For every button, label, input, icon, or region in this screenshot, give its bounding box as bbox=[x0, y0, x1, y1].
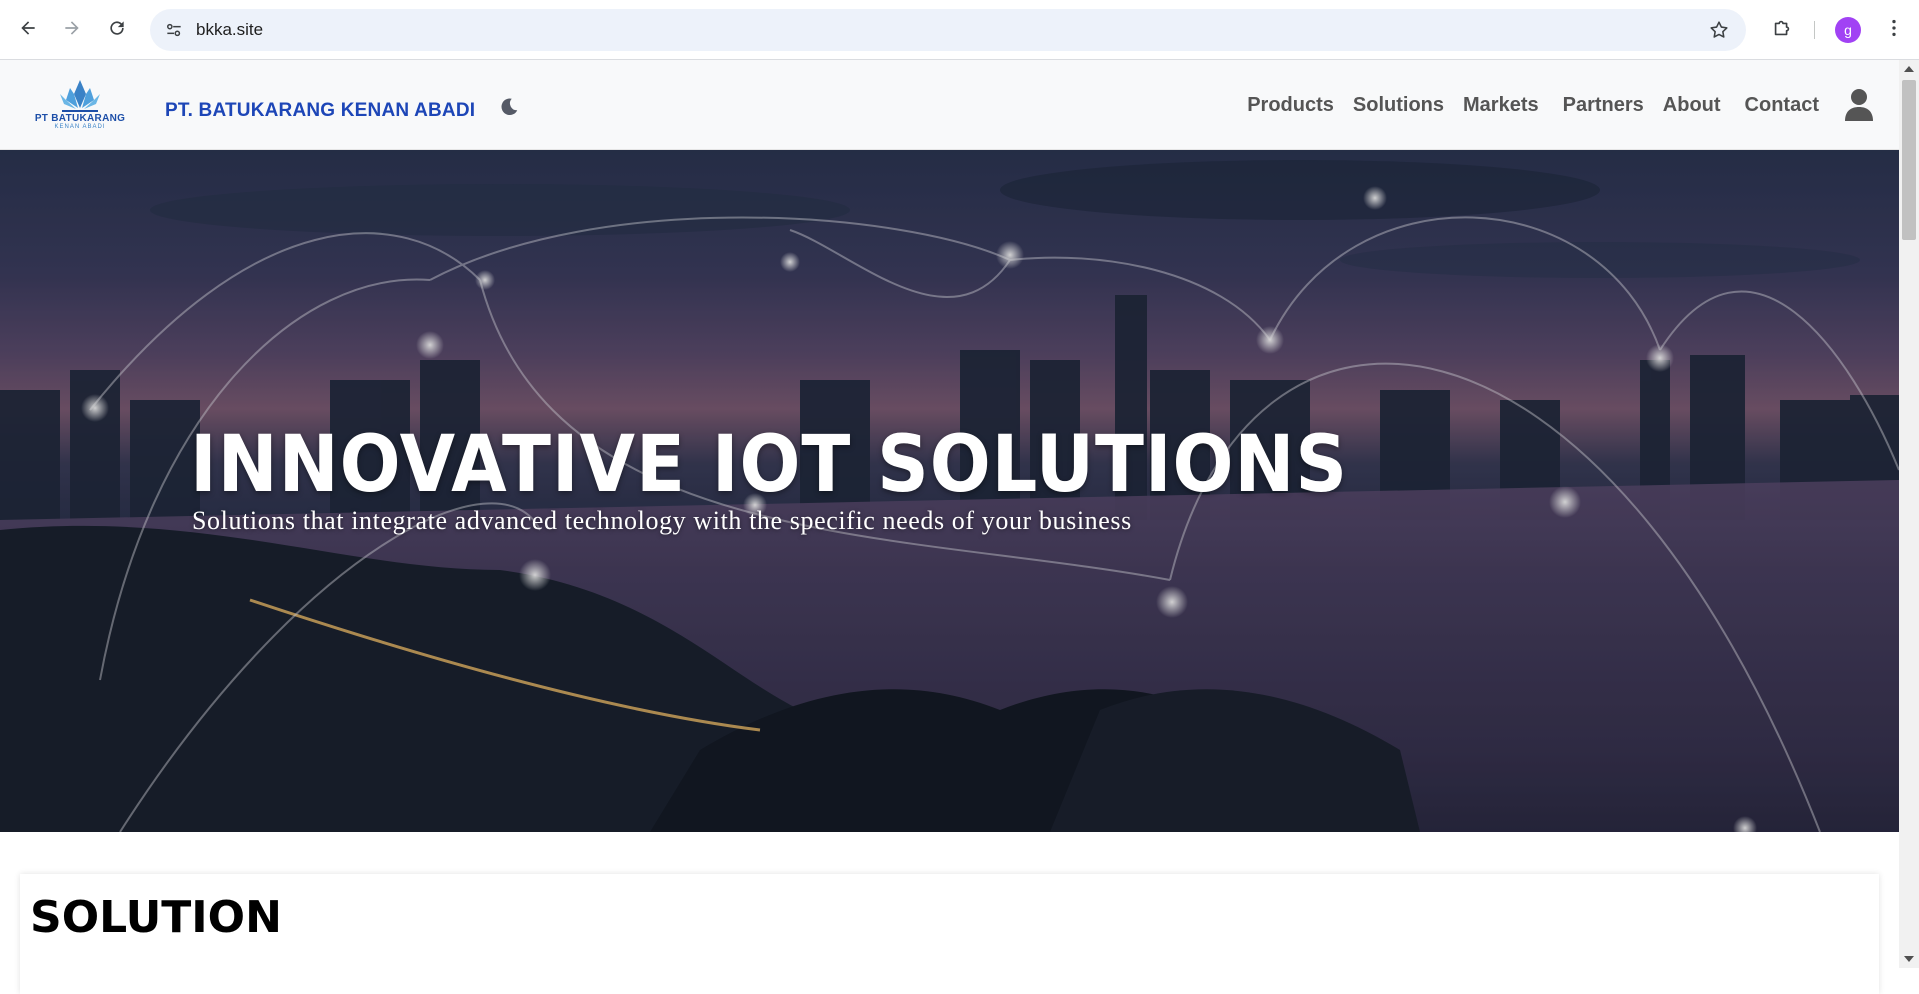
hero-title: INNOVATIVE IOT SOLUTIONS bbox=[190, 420, 1348, 510]
nav-markets[interactable]: Markets bbox=[1463, 94, 1539, 117]
site-header: PT BATUKARANG KENAN ABADI PT. BATUKARANG… bbox=[0, 60, 1899, 150]
company-logo[interactable]: PT BATUKARANG KENAN ABADI bbox=[22, 78, 138, 132]
page-scrollbar[interactable] bbox=[1899, 60, 1919, 968]
user-account-icon[interactable] bbox=[1844, 88, 1874, 122]
nav-contact[interactable]: Contact bbox=[1745, 94, 1819, 117]
browser-menu-button[interactable] bbox=[1880, 14, 1908, 42]
scroll-down-arrow-icon[interactable] bbox=[1904, 956, 1914, 962]
reload-icon bbox=[110, 21, 124, 35]
browser-toolbar: bkka.site g bbox=[0, 0, 1919, 60]
nav-about[interactable]: About bbox=[1663, 94, 1721, 117]
solution-section: SOLUTION bbox=[20, 874, 1879, 994]
arrow-left-icon bbox=[21, 21, 35, 35]
toolbar-divider bbox=[1814, 21, 1815, 39]
main-nav: Products Solutions Markets Partners Abou… bbox=[1247, 60, 1819, 150]
nav-products[interactable]: Products bbox=[1247, 94, 1334, 117]
logo-subtext: KENAN ABADI bbox=[54, 124, 106, 130]
url-text[interactable]: bkka.site bbox=[196, 20, 263, 40]
hero-banner: INNOVATIVE IOT SOLUTIONS Solutions that … bbox=[0, 150, 1899, 832]
lotus-logo-icon bbox=[60, 80, 100, 112]
forward-button[interactable] bbox=[58, 14, 86, 42]
hero-subtitle: Solutions that integrate advanced techno… bbox=[192, 506, 1132, 535]
star-icon[interactable] bbox=[1708, 19, 1730, 41]
address-bar[interactable]: bkka.site bbox=[150, 9, 1746, 51]
scroll-up-arrow-icon[interactable] bbox=[1904, 66, 1914, 72]
puzzle-icon bbox=[1774, 20, 1790, 36]
scroll-thumb[interactable] bbox=[1902, 80, 1916, 240]
tune-icon[interactable] bbox=[164, 20, 184, 40]
solution-title: SOLUTION bbox=[30, 892, 282, 943]
moon-icon[interactable] bbox=[498, 96, 520, 118]
arrow-right-icon bbox=[65, 21, 79, 35]
profile-avatar[interactable]: g bbox=[1835, 17, 1861, 43]
nav-solutions[interactable]: Solutions bbox=[1353, 94, 1444, 117]
company-name[interactable]: PT. BATUKARANG KENAN ABADI bbox=[165, 100, 475, 122]
extensions-button[interactable] bbox=[1768, 14, 1796, 42]
kebab-menu-icon bbox=[1892, 19, 1896, 37]
nav-partners[interactable]: Partners bbox=[1563, 94, 1644, 117]
reload-button[interactable] bbox=[103, 14, 131, 42]
back-button[interactable] bbox=[14, 14, 42, 42]
logo-text: PT BATUKARANG bbox=[34, 113, 126, 124]
